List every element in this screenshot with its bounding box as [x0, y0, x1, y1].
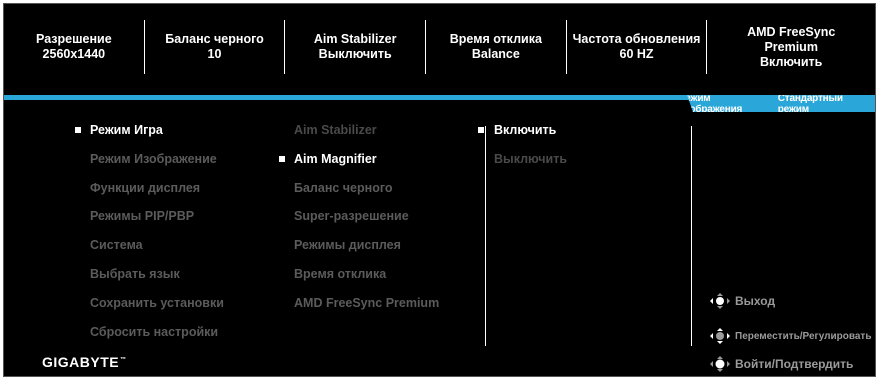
status-resolution: Разрешение 2560x1440	[4, 20, 145, 74]
monitor-osd: Разрешение 2560x1440 Баланс черного 10 A…	[3, 3, 876, 377]
option-off[interactable]: Выключить	[494, 152, 567, 166]
menu-item-reset[interactable]: Сбросить настройки	[90, 325, 218, 339]
submenu-item-freesync[interactable]: AMD FreeSync Premium	[294, 296, 439, 310]
column-divider	[691, 126, 692, 346]
option-on[interactable]: Включить	[494, 123, 556, 137]
status-label: Время отклика	[449, 32, 542, 46]
picture-mode-value: Стандартный режим	[777, 92, 843, 115]
status-label: Aim Stabilizer	[313, 32, 397, 46]
menu-item-pip-pbp[interactable]: Режимы PIP/PBP	[90, 209, 194, 223]
status-value: Включить	[760, 54, 823, 69]
status-response-time: Время отклика Balance	[426, 20, 567, 74]
status-refresh-rate: Частота обновления 60 HZ	[567, 20, 708, 74]
selected-bullet	[478, 127, 484, 133]
status-value: 10	[207, 47, 222, 61]
menu-item-display[interactable]: Функции дисплея	[90, 181, 200, 195]
hint-exit: Выход	[709, 292, 775, 310]
gigabyte-logo: GIGABYTE™	[42, 354, 127, 370]
hint-enter-label: Войти/Подтвердить	[735, 357, 854, 371]
status-black-equalizer: Баланс черного 10	[145, 20, 286, 74]
menu-item-save-settings[interactable]: Сохранить установки	[90, 296, 224, 310]
menu-item-language[interactable]: Выбрать язык	[90, 267, 180, 281]
status-aim-stabilizer: Aim Stabilizer Выключить	[285, 20, 427, 74]
submenu-item-response-time[interactable]: Время отклика	[294, 267, 386, 281]
status-label: Частота обновления	[572, 32, 701, 46]
status-label: Баланс черного	[165, 32, 264, 46]
status-label: AMD FreeSync Premium	[747, 24, 836, 54]
submenu-item-black-equalizer[interactable]: Баланс черного	[294, 181, 393, 195]
joystick-move-icon	[710, 328, 730, 344]
submenu-item-super-resolution[interactable]: Super-разрешение	[294, 209, 409, 223]
status-freesync: AMD FreeSync Premium Включить	[707, 20, 875, 74]
menu-item-picture[interactable]: Режим Изображение	[90, 152, 217, 166]
status-label: Разрешение	[36, 32, 112, 46]
brand-name: GIGABYTE	[42, 354, 120, 370]
selected-bullet	[279, 156, 285, 162]
hint-move-label: Переместить/Регулировать	[735, 330, 872, 342]
selected-bullet	[75, 127, 81, 133]
hint-exit-label: Выход	[735, 294, 776, 308]
status-value: Balance	[471, 47, 520, 61]
menu-item-gaming[interactable]: Режим Игра	[90, 123, 163, 137]
status-bar: Разрешение 2560x1440 Баланс черного 10 A…	[4, 4, 875, 90]
joystick-exit-icon	[710, 293, 730, 309]
submenu-item-display-mode[interactable]: Режимы дисплея	[294, 238, 401, 252]
picture-mode-label: Режим изображения	[679, 92, 743, 115]
submenu-item-aim-magnifier[interactable]: Aim Magnifier	[294, 152, 377, 166]
joystick-press-icon	[710, 356, 730, 372]
menu-item-system[interactable]: Система	[90, 238, 143, 252]
picture-mode-tab: Режим изображения Стандартный режим	[679, 92, 875, 115]
status-value: 2560x1440	[42, 47, 106, 61]
hint-move: Переместить/Регулировать	[709, 327, 871, 345]
submenu-item-aim-stabilizer[interactable]: Aim Stabilizer	[294, 123, 377, 137]
status-value: Выключить	[318, 47, 392, 61]
status-value: 60 HZ	[619, 47, 654, 61]
column-divider	[485, 126, 486, 346]
hint-enter: Войти/Подтвердить	[709, 355, 853, 373]
